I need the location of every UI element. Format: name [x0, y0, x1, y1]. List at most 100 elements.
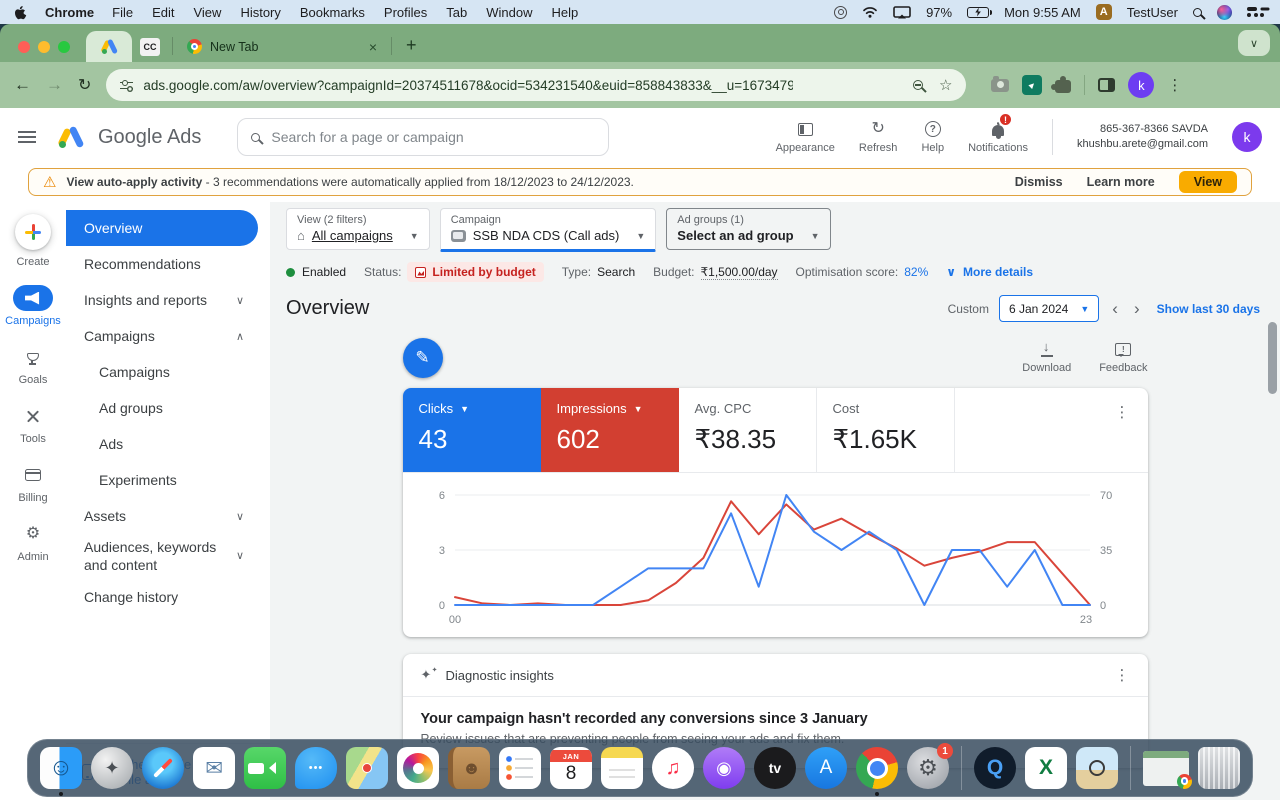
- metric-impressions[interactable]: Impressions ▼ 602: [541, 388, 679, 472]
- dock-window-icon[interactable]: [1143, 751, 1189, 786]
- dock-safari-icon[interactable]: [142, 747, 184, 789]
- siri-icon[interactable]: [1217, 5, 1232, 20]
- sidebar-item-ads[interactable]: Ads: [66, 426, 258, 462]
- sidebar-item-assets[interactable]: Assets∨: [66, 498, 258, 534]
- dock-reminders-icon[interactable]: [499, 747, 541, 789]
- appearance-button[interactable]: Appearance: [776, 120, 835, 154]
- page-search-box[interactable]: [237, 118, 609, 156]
- previous-date-button[interactable]: ‹: [1109, 300, 1121, 317]
- zoom-window-button[interactable]: [58, 41, 70, 53]
- rail-item-goals[interactable]: Goals: [13, 344, 53, 386]
- tab-pinned-cc[interactable]: CC: [132, 31, 168, 62]
- dock-finder-icon[interactable]: [40, 747, 82, 789]
- menu-item-bookmarks[interactable]: Bookmarks: [300, 5, 365, 20]
- tab-new-tab[interactable]: New Tab ×: [177, 31, 387, 62]
- rail-item-billing[interactable]: Billing: [13, 462, 53, 504]
- show-last-30-days-link[interactable]: Show last 30 days: [1157, 302, 1260, 316]
- tab-search-button[interactable]: ∨: [1238, 30, 1270, 56]
- edit-fab-button[interactable]: ✎: [403, 338, 443, 378]
- new-tab-button[interactable]: +: [406, 35, 417, 56]
- dropdown-caret-icon[interactable]: ▼: [634, 404, 643, 414]
- optimisation-score[interactable]: 82%: [904, 265, 928, 279]
- next-date-button[interactable]: ›: [1131, 300, 1143, 317]
- dock-excel-icon[interactable]: [1025, 747, 1067, 789]
- dock-photos-icon[interactable]: [397, 747, 439, 789]
- url-text[interactable]: ads.google.com/aw/overview?campaignId=20…: [143, 78, 793, 93]
- dock-preview-icon[interactable]: [1076, 747, 1118, 789]
- sidebar-item-insights-and-reports[interactable]: Insights and reports∨: [66, 282, 258, 318]
- view-button[interactable]: View: [1179, 171, 1237, 193]
- scrollbar-thumb[interactable]: [1268, 322, 1277, 394]
- rail-item-campaigns[interactable]: Campaigns: [5, 285, 61, 327]
- menubar-user[interactable]: TestUser: [1127, 5, 1178, 20]
- menu-item-window[interactable]: Window: [486, 5, 532, 20]
- dock-calendar-icon[interactable]: JAN8: [550, 747, 592, 789]
- feedback-button[interactable]: Feedback: [1099, 340, 1147, 374]
- dock-quicktime-icon[interactable]: [974, 747, 1016, 789]
- camera-extension-icon[interactable]: [991, 79, 1009, 92]
- notifications-button[interactable]: ! Notifications: [968, 120, 1028, 154]
- sidebar-item-campaigns[interactable]: Campaigns: [66, 354, 258, 390]
- forward-button[interactable]: →: [46, 75, 63, 95]
- minimize-window-button[interactable]: [38, 41, 50, 53]
- sidebar-item-recommendations[interactable]: Recommendations: [66, 246, 258, 282]
- zoom-out-icon[interactable]: [913, 80, 923, 90]
- dock-tv-icon[interactable]: [754, 747, 796, 789]
- dock-appstore-icon[interactable]: [805, 747, 847, 789]
- metric-avg-cpc[interactable]: Avg. CPC ₹38.35: [679, 388, 817, 472]
- rail-item-create[interactable]: Create: [15, 214, 51, 268]
- menubar-clock[interactable]: Mon 9:55 AM: [1004, 5, 1081, 20]
- dismiss-button[interactable]: Dismiss: [1015, 175, 1063, 189]
- tab-google-ads-active[interactable]: [86, 31, 132, 62]
- sidebar-item-change-history[interactable]: Change history: [66, 579, 258, 615]
- help-button[interactable]: Help: [921, 120, 944, 154]
- record-indicator-icon[interactable]: [834, 6, 847, 19]
- menu-item-help[interactable]: Help: [552, 5, 579, 20]
- rail-item-admin[interactable]: ⚙Admin: [13, 521, 53, 563]
- enabled-status[interactable]: Enabled: [286, 265, 346, 279]
- sidebar-item-audiences-keywords-and-content[interactable]: Audiences, keywords and content∨: [66, 534, 258, 579]
- dock-maps-icon[interactable]: [346, 747, 388, 789]
- limited-by-budget-chip[interactable]: Limited by budget: [407, 262, 543, 282]
- wifi-icon[interactable]: [862, 6, 878, 18]
- dock-launchpad-icon[interactable]: [91, 747, 133, 789]
- dock-settings-icon[interactable]: ⚙1: [907, 747, 949, 789]
- insights-menu-icon[interactable]: ⋮: [1115, 666, 1130, 684]
- menu-item-profiles[interactable]: Profiles: [384, 5, 427, 20]
- more-details-link[interactable]: ∨ More details: [946, 265, 1033, 279]
- reload-button[interactable]: ↻: [78, 75, 91, 95]
- back-button[interactable]: ←: [14, 75, 31, 95]
- browser-menu-icon[interactable]: ⋮: [1167, 76, 1182, 94]
- search-input[interactable]: [271, 129, 595, 145]
- sidebar-item-overview[interactable]: Overview: [66, 210, 258, 246]
- sidebar-item-campaigns[interactable]: Campaigns∧: [66, 318, 258, 354]
- menu-item-history[interactable]: History: [240, 5, 280, 20]
- view-filter-dropdown[interactable]: View (2 filters) ⌂ All campaigns ▼: [286, 208, 430, 250]
- extensions-puzzle-icon[interactable]: [1055, 80, 1071, 93]
- dock-facetime-icon[interactable]: [244, 747, 286, 789]
- site-settings-icon[interactable]: [120, 80, 133, 91]
- dock-mail-icon[interactable]: [193, 747, 235, 789]
- metric-cost[interactable]: Cost ₹1.65K: [817, 388, 955, 472]
- close-window-button[interactable]: [18, 41, 30, 53]
- learn-more-link[interactable]: Learn more: [1087, 175, 1155, 189]
- side-panel-icon[interactable]: [1098, 78, 1115, 92]
- rail-item-tools[interactable]: Tools: [13, 403, 53, 445]
- hamburger-menu-icon[interactable]: [18, 131, 36, 143]
- control-center-icon[interactable]: [1247, 6, 1266, 18]
- dock-music-icon[interactable]: [652, 747, 694, 789]
- download-button[interactable]: Download: [1022, 340, 1071, 374]
- sidebar-item-ad-groups[interactable]: Ad groups: [66, 390, 258, 426]
- dock-trash-icon[interactable]: [1198, 747, 1240, 789]
- date-range-dropdown[interactable]: 6 Jan 2024 ▼: [999, 295, 1099, 322]
- sidebar-item-experiments[interactable]: Experiments: [66, 462, 258, 498]
- menu-item-edit[interactable]: Edit: [152, 5, 174, 20]
- ad-group-dropdown[interactable]: Ad groups (1) Select an ad group ▼: [666, 208, 830, 250]
- spotlight-search-icon[interactable]: [1193, 8, 1202, 17]
- menu-item-file[interactable]: File: [112, 5, 133, 20]
- bookmark-star-icon[interactable]: ☆: [939, 76, 952, 94]
- menu-item-view[interactable]: View: [193, 5, 221, 20]
- input-source-icon[interactable]: A: [1096, 4, 1112, 20]
- rocket-extension-icon[interactable]: ▲: [1022, 75, 1042, 95]
- refresh-button[interactable]: ↻ Refresh: [859, 120, 898, 154]
